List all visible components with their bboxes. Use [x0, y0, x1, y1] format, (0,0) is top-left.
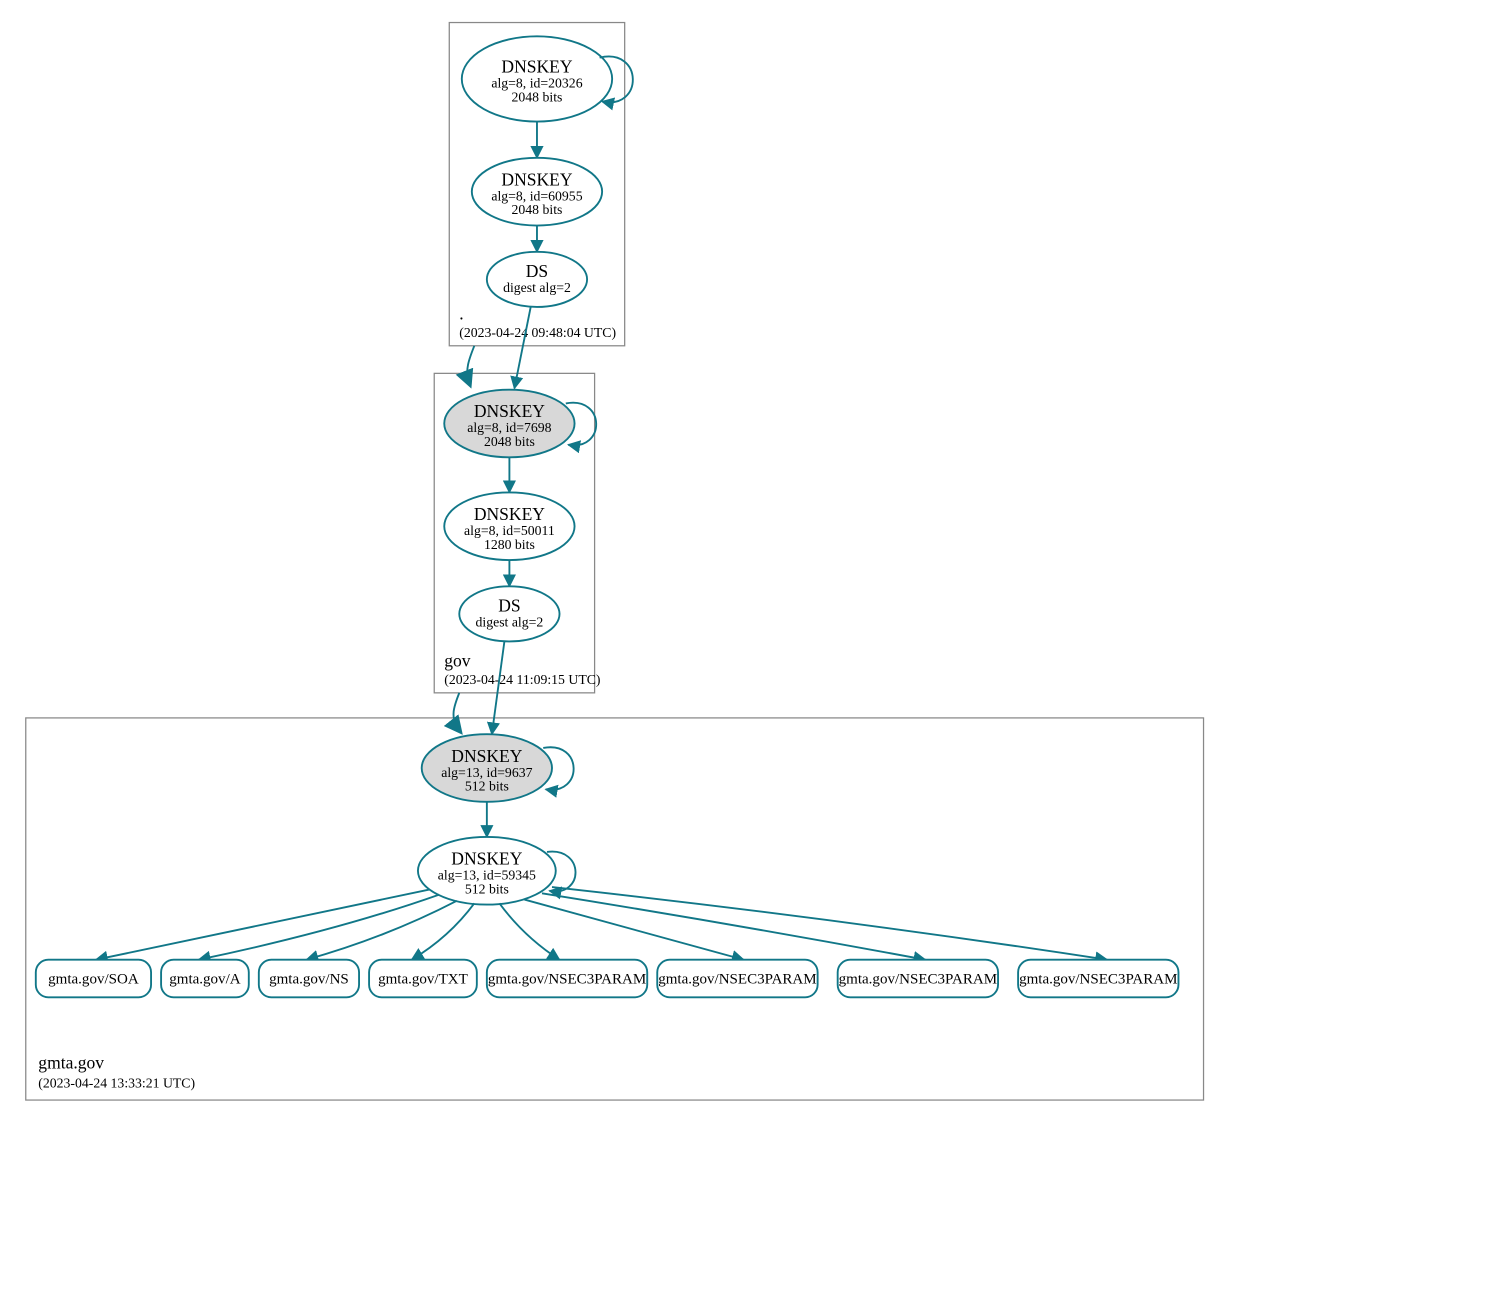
svg-text:1280 bits: 1280 bits	[484, 537, 535, 552]
edge-gov-delegation-to-gmta	[454, 693, 460, 731]
svg-text:digest alg=2: digest alg=2	[476, 614, 544, 629]
zone-name-root: .	[459, 303, 463, 323]
edge-root-ds-to-gov-ksk	[514, 307, 530, 388]
svg-text:gmta.gov/NSEC3PARAM: gmta.gov/NSEC3PARAM	[1019, 972, 1177, 988]
record-node-1: gmta.gov/A	[161, 960, 249, 998]
svg-text:alg=8, id=20326: alg=8, id=20326	[491, 76, 582, 91]
svg-text:gmta.gov/SOA: gmta.gov/SOA	[48, 972, 139, 988]
node-root-ksk: DNSKEY alg=8, id=20326 2048 bits	[462, 36, 612, 121]
record-node-4: gmta.gov/NSEC3PARAM	[487, 960, 647, 998]
svg-text:gmta.gov/NSEC3PARAM: gmta.gov/NSEC3PARAM	[488, 972, 646, 988]
svg-text:gmta.gov/A: gmta.gov/A	[169, 972, 240, 988]
zone-timestamp-gov: (2023-04-24 11:09:15 UTC)	[444, 672, 600, 688]
record-node-7: gmta.gov/NSEC3PARAM	[1018, 960, 1178, 998]
record-node-2: gmta.gov/NS	[259, 960, 359, 998]
svg-text:DS: DS	[526, 261, 548, 281]
svg-text:alg=8, id=60955: alg=8, id=60955	[491, 188, 582, 203]
svg-text:2048 bits: 2048 bits	[512, 202, 563, 217]
edge-zsk-to-rec6	[542, 893, 925, 959]
zone-box-gmta	[26, 718, 1204, 1100]
svg-text:512 bits: 512 bits	[465, 881, 509, 896]
svg-text:DNSKEY: DNSKEY	[474, 504, 545, 524]
svg-text:512 bits: 512 bits	[465, 779, 509, 794]
dnssec-chain-diagram: . (2023-04-24 09:48:04 UTC) DNSKEY alg=8…	[10, 10, 1505, 1288]
svg-text:alg=8, id=50011: alg=8, id=50011	[464, 523, 555, 538]
svg-text:DS: DS	[498, 595, 520, 615]
record-node-6: gmta.gov/NSEC3PARAM	[838, 960, 998, 998]
edge-root-delegation-to-gov	[467, 346, 474, 384]
node-gov-ds: DS digest alg=2	[459, 586, 559, 641]
edge-zsk-to-rec7	[552, 887, 1107, 960]
svg-text:alg=8, id=7698: alg=8, id=7698	[467, 420, 551, 435]
svg-text:gmta.gov/NSEC3PARAM: gmta.gov/NSEC3PARAM	[658, 972, 816, 988]
record-node-3: gmta.gov/TXT	[369, 960, 477, 998]
svg-text:alg=13, id=9637: alg=13, id=9637	[441, 765, 532, 780]
edge-gov-ds-to-gmta-ksk	[492, 641, 505, 734]
edge-zsk-to-rec2	[306, 901, 456, 960]
edge-zsk-to-rec3	[412, 903, 475, 959]
svg-text:DNSKEY: DNSKEY	[451, 849, 522, 869]
svg-text:gmta.gov/NSEC3PARAM: gmta.gov/NSEC3PARAM	[839, 972, 997, 988]
svg-text:alg=13, id=59345: alg=13, id=59345	[438, 868, 536, 883]
svg-text:2048 bits: 2048 bits	[484, 434, 535, 449]
zone-timestamp-gmta: (2023-04-24 13:33:21 UTC)	[38, 1076, 195, 1092]
record-node-0: gmta.gov/SOA	[36, 960, 151, 998]
zone-name-gmta: gmta.gov	[38, 1053, 104, 1073]
node-gov-zsk: DNSKEY alg=8, id=50011 1280 bits	[444, 492, 574, 560]
node-gmta-ksk: DNSKEY alg=13, id=9637 512 bits	[422, 734, 552, 802]
svg-text:DNSKEY: DNSKEY	[474, 401, 545, 421]
svg-text:gmta.gov/TXT: gmta.gov/TXT	[378, 972, 468, 988]
record-node-5: gmta.gov/NSEC3PARAM	[657, 960, 817, 998]
svg-text:2048 bits: 2048 bits	[512, 89, 563, 104]
edge-zsk-to-rec1	[199, 895, 440, 960]
svg-text:DNSKEY: DNSKEY	[451, 746, 522, 766]
svg-text:DNSKEY: DNSKEY	[501, 169, 572, 189]
svg-text:digest alg=2: digest alg=2	[503, 280, 571, 295]
node-gov-ksk: DNSKEY alg=8, id=7698 2048 bits	[444, 390, 574, 458]
node-root-ds: DS digest alg=2	[487, 252, 587, 307]
svg-text:DNSKEY: DNSKEY	[501, 57, 572, 77]
svg-text:gmta.gov/NS: gmta.gov/NS	[269, 972, 349, 988]
node-root-zsk: DNSKEY alg=8, id=60955 2048 bits	[472, 158, 602, 226]
zone-name-gov: gov	[444, 651, 471, 671]
edge-zsk-to-rec4	[499, 903, 559, 959]
edge-zsk-to-rec0	[96, 890, 429, 960]
zone-timestamp-root: (2023-04-24 09:48:04 UTC)	[459, 325, 616, 341]
